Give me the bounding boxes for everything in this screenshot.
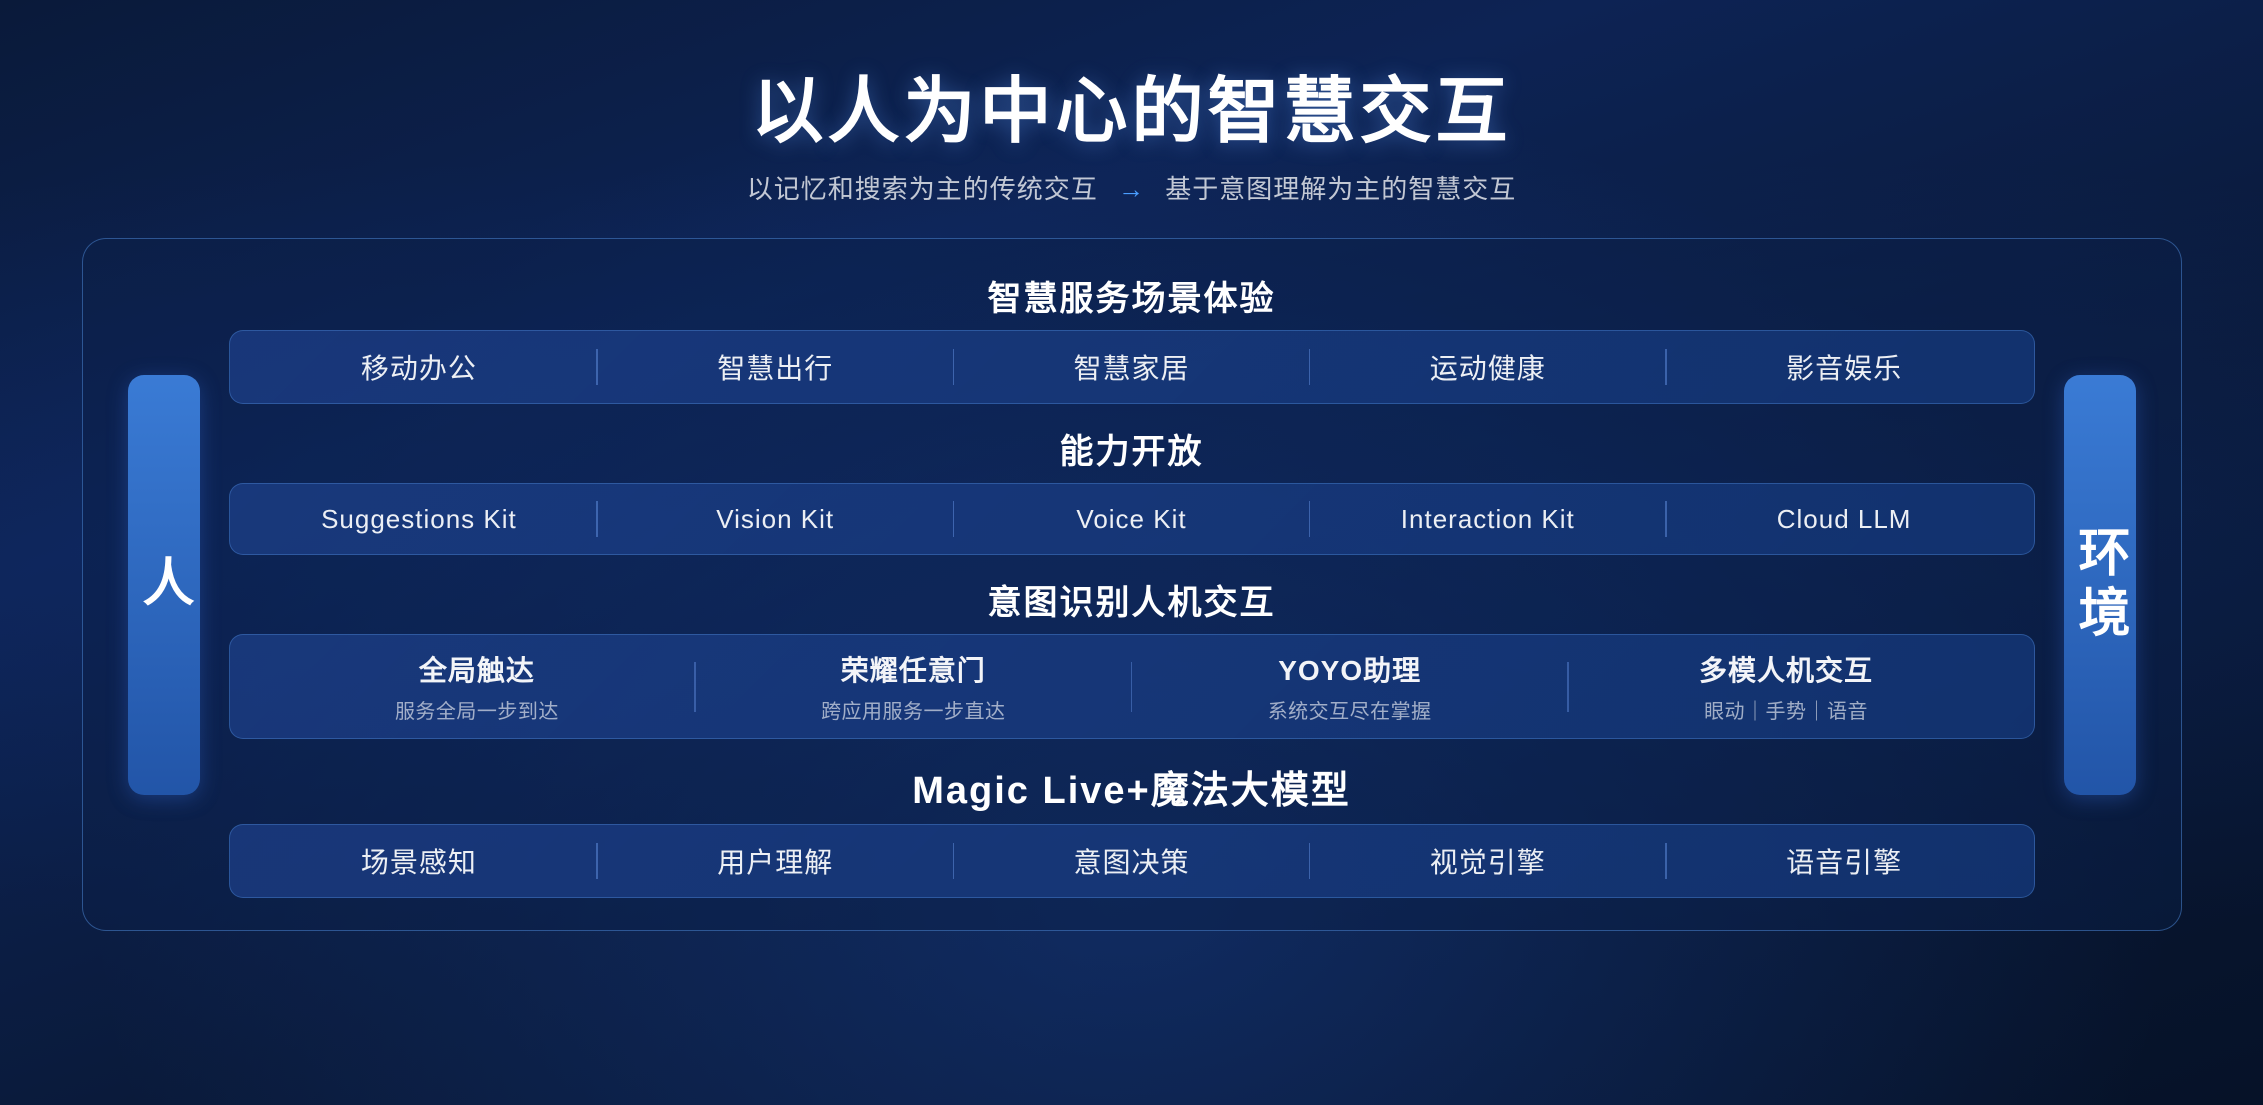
divider [953,501,955,537]
intent-item-1: 荣耀任意门 跨应用服务一步直达 [696,635,1131,738]
left-side-label: 人 [119,271,209,898]
intent-item-0-sub: 服务全局一步到达 [270,695,685,724]
divider [1665,501,1667,537]
divider [1665,843,1667,879]
divider [1309,349,1311,385]
kit-item-4: Cloud LLM [1675,488,2014,551]
service-scene-section: 智慧服务场景体验 移动办公 智慧出行 智慧家居 运动健康 影音娱乐 [229,271,2035,404]
environment-label: 环境 [2064,375,2136,795]
magic-live-section: Magic Live+魔法大模型 场景感知 用户理解 意图决策 视觉引擎 语音引… [229,759,2035,898]
divider [1309,501,1311,537]
intent-interaction-section: 意图识别人机交互 全局触达 服务全局一步到达 荣耀任意门 跨应用服务一步直达 Y… [229,575,2035,739]
divider [1309,843,1311,879]
service-scene-row: 移动办公 智慧出行 智慧家居 运动健康 影音娱乐 [229,330,2035,404]
person-label: 人 [128,375,200,795]
kit-item-0: Suggestions Kit [250,488,589,551]
intent-item-2-title: YOYO助理 [1142,649,1557,689]
magic-live-row: 场景感知 用户理解 意图决策 视觉引擎 语音引擎 [229,824,2035,898]
main-title: 以人为中心的智慧交互 [0,52,2263,157]
intent-item-2: YOYO助理 系统交互尽在掌握 [1132,635,1567,738]
divider [953,349,955,385]
service-item-2: 智慧家居 [962,331,1301,403]
service-scene-title: 智慧服务场景体验 [229,271,2035,320]
service-item-4: 影音娱乐 [1675,331,2014,403]
capability-open-title: 能力开放 [229,424,2035,473]
intent-item-1-title: 荣耀任意门 [706,649,1121,689]
sub-title: 以记忆和搜索为主的传统交互 → 基于意图理解为主的智慧交互 [0,169,2263,206]
intent-item-3: 多模人机交互 眼动｜手势｜语音 [1569,635,2004,738]
right-side-label: 环境 [2055,271,2145,898]
intent-item-0: 全局触达 服务全局一步到达 [260,635,695,738]
intent-item-0-title: 全局触达 [270,649,685,689]
intent-interaction-title: 意图识别人机交互 [229,575,2035,624]
intent-item-3-sub: 眼动｜手势｜语音 [1579,695,1994,724]
service-item-3: 运动健康 [1318,331,1657,403]
sub-title-right: 基于意图理解为主的智慧交互 [1165,174,1516,204]
intent-interaction-row: 全局触达 服务全局一步到达 荣耀任意门 跨应用服务一步直达 YOYO助理 系统交… [229,634,2035,739]
divider [596,501,598,537]
service-item-1: 智慧出行 [606,331,945,403]
magic-item-0: 场景感知 [250,825,589,897]
main-frame: 人 智慧服务场景体验 移动办公 智慧出行 智慧家居 运动健康 影音娱乐 能力开放… [82,238,2182,931]
capability-open-row: Suggestions Kit Vision Kit Voice Kit Int… [229,483,2035,555]
service-item-0: 移动办公 [250,331,589,403]
divider [596,349,598,385]
intent-item-2-sub: 系统交互尽在掌握 [1142,695,1557,724]
capability-open-section: 能力开放 Suggestions Kit Vision Kit Voice Ki… [229,424,2035,555]
magic-item-3: 视觉引擎 [1318,825,1657,897]
magic-item-4: 语音引擎 [1675,825,2014,897]
divider [596,843,598,879]
magic-item-2: 意图决策 [962,825,1301,897]
intent-item-1-sub: 跨应用服务一步直达 [706,695,1121,724]
arrow-icon: → [1118,174,1145,204]
magic-live-title: Magic Live+魔法大模型 [229,759,2035,814]
magic-item-1: 用户理解 [606,825,945,897]
kit-item-3: Interaction Kit [1318,488,1657,551]
divider [1665,349,1667,385]
kit-item-1: Vision Kit [606,488,945,551]
kit-item-2: Voice Kit [962,488,1301,551]
divider [953,843,955,879]
center-content: 智慧服务场景体验 移动办公 智慧出行 智慧家居 运动健康 影音娱乐 能力开放 S… [209,271,2055,898]
intent-item-3-title: 多模人机交互 [1579,649,1994,689]
page-header: 以人为中心的智慧交互 以记忆和搜索为主的传统交互 → 基于意图理解为主的智慧交互 [0,0,2263,206]
sub-title-left: 以记忆和搜索为主的传统交互 [747,174,1098,204]
